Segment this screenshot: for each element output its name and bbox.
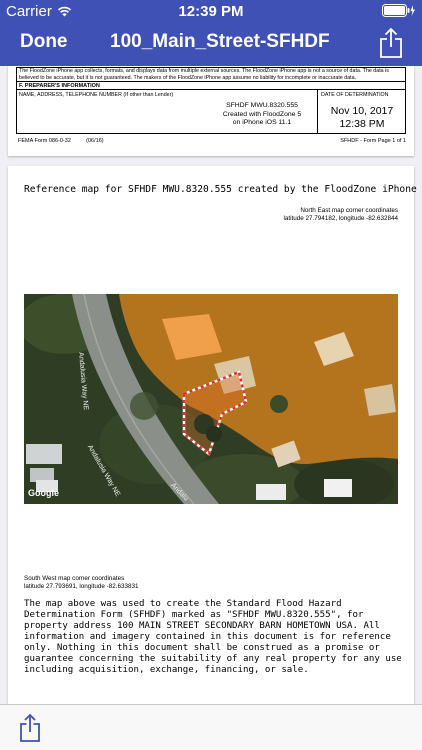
share-icon[interactable] bbox=[18, 713, 42, 743]
document-title: 100_Main_Street-SFHDF bbox=[110, 31, 330, 52]
sfhdf-platform: on iPhone iOS 11.1 bbox=[232, 119, 292, 126]
ne-coordinates-label: North East map corner coordinates bbox=[300, 207, 398, 214]
determination-date: Nov 10, 2017 12:38 PM bbox=[317, 105, 407, 130]
determination-date-label: DATE OF DETERMINATION bbox=[321, 92, 389, 98]
preparer-heading: F. PREPARER'S INFORMATION bbox=[17, 82, 405, 90]
map-page-title: Reference map for SFHDF MWU.8320.555 cre… bbox=[24, 184, 422, 195]
preparer-name-label: NAME, ADDRESS, TELEPHONE NUMBER (If othe… bbox=[19, 92, 174, 98]
sfhdf-created-with: Created with FloodZone 5 bbox=[222, 110, 302, 118]
status-time: 12:39 PM bbox=[178, 3, 244, 20]
map-page: Reference map for SFHDF MWU.8320.555 cre… bbox=[8, 166, 422, 704]
determination-date-value: Nov 10, 2017 bbox=[330, 105, 394, 117]
form-page: The FloodZone iPhone app collects, forma… bbox=[8, 66, 414, 156]
sw-coordinates: South West map corner coordinates latitu… bbox=[24, 575, 139, 591]
form-number: FEMA Form 086-0-32 (06/16) bbox=[18, 138, 104, 144]
determination-time-value: 12:38 PM bbox=[339, 117, 385, 130]
battery-icon bbox=[382, 4, 415, 17]
sfhdf-info: SFHDF MWU.8320.555 Created with FloodZon… bbox=[217, 102, 307, 128]
share-icon[interactable] bbox=[378, 27, 404, 59]
sw-coordinates-value: latitude 27.793691, longitude -82.633831 bbox=[24, 583, 139, 590]
form-date: (06/16) bbox=[86, 138, 104, 144]
map-description: The map above was used to create the Sta… bbox=[24, 599, 402, 675]
document-viewer[interactable]: The FloodZone iPhone app collects, forma… bbox=[0, 66, 422, 704]
disclaimer-text: The FloodZone iPhone app collects, forma… bbox=[16, 67, 406, 82]
ne-coordinates: North East map corner coordinates latitu… bbox=[284, 207, 399, 223]
form-number-label: FEMA Form 086-0-32 bbox=[18, 138, 71, 144]
ne-coordinates-value: latitude 27.794182, longitude -82.632844 bbox=[283, 215, 399, 222]
reference-map: Andalusia Way NE Andalusia Way NE Andalu… bbox=[24, 294, 398, 504]
done-button[interactable]: Done bbox=[20, 31, 68, 53]
bottom-toolbar bbox=[0, 704, 422, 750]
status-bar: Carrier 12:39 PM bbox=[0, 0, 422, 22]
page-number: SFHDF - Form Page 1 of 1 bbox=[340, 138, 406, 144]
navigation-bar: Done 100_Main_Street-SFHDF bbox=[0, 22, 422, 66]
preparer-section: F. PREPARER'S INFORMATION NAME, ADDRESS,… bbox=[16, 82, 406, 134]
sfhdf-id: SFHDF MWU.8320.555 bbox=[226, 102, 298, 109]
sw-coordinates-label: South West map corner coordinates bbox=[24, 575, 125, 582]
status-right bbox=[382, 4, 416, 17]
map-attribution: Google bbox=[28, 488, 59, 498]
